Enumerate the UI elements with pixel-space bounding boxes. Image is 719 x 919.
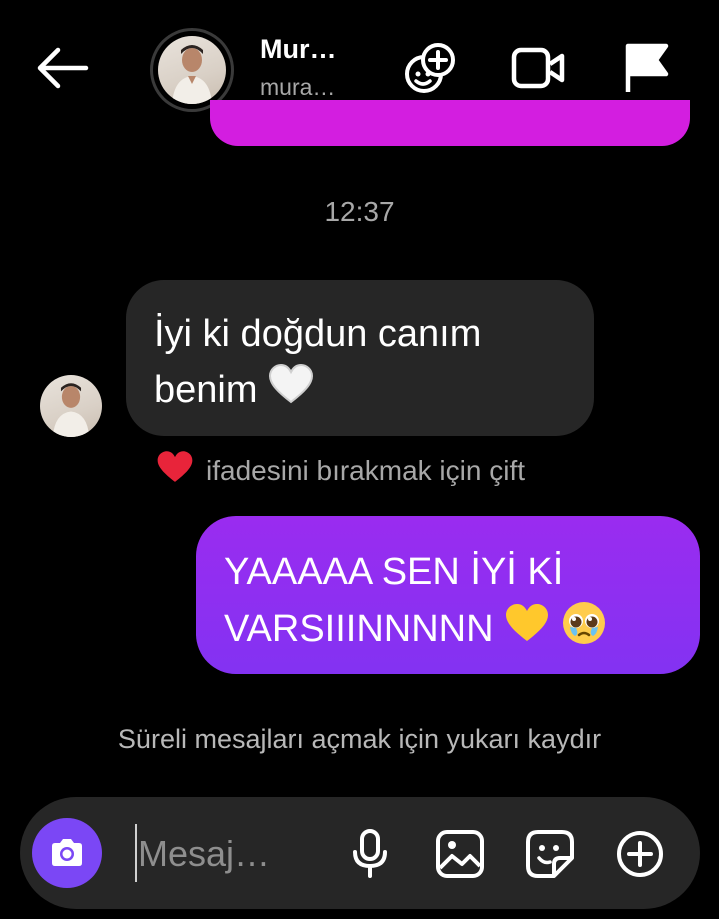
sticker-icon: [526, 830, 574, 878]
previous-message-bubble: [210, 100, 690, 146]
pleading-face-icon: [561, 600, 607, 662]
sender-avatar[interactable]: [40, 375, 102, 437]
back-button[interactable]: [30, 40, 94, 96]
yellow-heart-icon: [504, 603, 550, 659]
text-caret: [135, 824, 137, 882]
message-timestamp: 12:37: [324, 196, 395, 227]
flag-icon: [625, 43, 669, 92]
voice-message-button[interactable]: [340, 824, 400, 884]
contact-username[interactable]: mura…: [260, 74, 335, 101]
plus-icon: [617, 831, 663, 877]
camera-button[interactable]: [32, 818, 102, 888]
white-heart-icon: [268, 363, 314, 420]
effects-button[interactable]: [400, 38, 460, 98]
gallery-button[interactable]: [430, 824, 490, 884]
incoming-message-text: İyi ki doğdun canım benim: [154, 313, 482, 411]
red-heart-icon: [156, 450, 194, 491]
effects-icon: [405, 43, 455, 93]
back-arrow-icon: [37, 47, 89, 89]
reaction-hint-text: ifadesini bırakmak için çift: [206, 454, 526, 486]
contact-name[interactable]: Mur…: [260, 34, 337, 65]
microphone-icon: [353, 829, 387, 878]
more-options-button[interactable]: [610, 824, 670, 884]
report-flag-button[interactable]: [616, 38, 676, 98]
sticker-button[interactable]: [520, 824, 580, 884]
reaction-hint: ifadesini bırakmak için çift: [156, 450, 525, 491]
message-input[interactable]: [138, 826, 328, 882]
outgoing-message-line-2: VARSIIINNNNN: [224, 608, 494, 651]
vanish-mode-hint: Süreli mesajları açmak için yukarı kaydı…: [117, 724, 602, 754]
gallery-icon: [436, 830, 484, 878]
video-call-icon: [511, 47, 565, 89]
outgoing-message-line-1: YAAAAA SEN İYİ Kİ: [224, 551, 564, 593]
incoming-message-bubble[interactable]: İyi ki doğdun canım benim: [126, 280, 594, 436]
video-call-button[interactable]: [508, 38, 568, 98]
avatar-photo: [158, 36, 226, 104]
camera-icon: [52, 839, 82, 866]
outgoing-message-bubble[interactable]: YAAAAA SEN İYİ Kİ VARSIIINNNNN: [196, 516, 700, 674]
